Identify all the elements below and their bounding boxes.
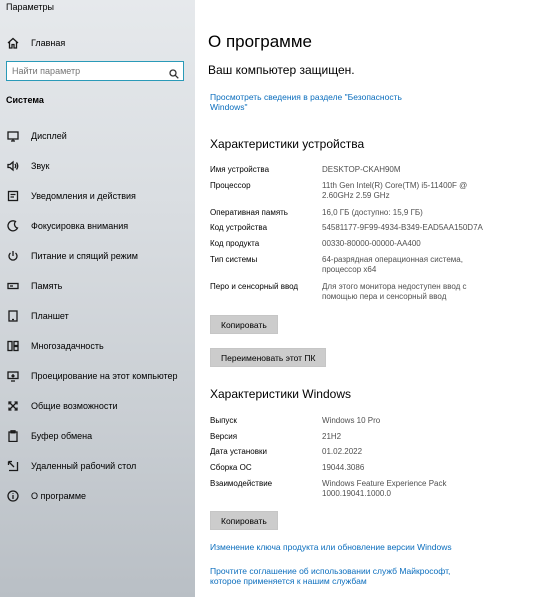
spec-value: 19044.3086 [322,463,365,472]
spec-key: Перо и сенсорный ввод [210,282,299,291]
nav-home-label: Главная [31,38,66,48]
multitasking-icon [6,339,20,353]
sidebar-item-about[interactable]: О программе [0,485,195,507]
search-input[interactable] [7,63,162,79]
spec-value: 16,0 ГБ (доступно: 15,9 ГБ) [322,208,423,217]
power-icon [6,249,20,263]
sidebar-item-label: Планшет [31,311,69,321]
shared-experiences-icon [6,399,20,413]
protection-heading: Ваш компьютер защищен. [208,63,355,77]
spec-value: 64-разрядная операционная система, проце… [322,255,463,274]
spec-value: Windows Feature Experience Pack 1000.190… [322,479,447,498]
sidebar-item-display[interactable]: Дисплей [0,125,195,147]
sidebar-item-label: Звук [31,161,50,171]
spec-key: Тип системы [210,255,258,264]
search-icon[interactable] [169,66,179,79]
sidebar-item-label: Проецирование на этот компьютер [31,371,178,381]
sidebar-item-notifications[interactable]: Уведомления и действия [0,185,195,207]
section-label-system: Система [6,95,44,105]
sidebar-item-sound[interactable]: Звук [0,155,195,177]
sidebar-item-clipboard[interactable]: Буфер обмена [0,425,195,447]
sidebar-item-remote-desktop[interactable]: Удаленный рабочий стол [0,455,195,477]
sidebar-item-label: Уведомления и действия [31,191,136,201]
display-icon [6,129,20,143]
sidebar-item-shared-experiences[interactable]: Общие возможности [0,395,195,417]
main-content: О программе Ваш компьютер защищен. Просм… [195,0,547,597]
spec-key: Имя устройства [210,165,270,174]
clipboard-icon [6,429,20,443]
tablet-icon [6,309,20,323]
notifications-icon [6,189,20,203]
sidebar-item-projecting[interactable]: Проецирование на этот компьютер [0,365,195,387]
spec-value: 11th Gen Intel(R) Core(TM) i5-11400F @ 2… [322,181,468,200]
spec-key: Процессор [210,181,251,190]
window-title: Параметры [6,2,54,12]
sidebar-item-label: Многозадачность [31,341,104,351]
spec-value: 01.02.2022 [322,447,363,456]
speaker-icon [6,159,20,173]
sidebar-item-multitasking[interactable]: Многозадачность [0,335,195,357]
security-details-link[interactable]: Просмотреть сведения в разделе "Безопасн… [210,92,430,112]
sidebar-item-label: Буфер обмена [31,431,93,441]
storage-icon [6,279,20,293]
sidebar-item-label: Фокусировка внимания [31,221,129,231]
info-icon [6,489,20,503]
spec-key: Выпуск [210,416,237,425]
remote-desktop-icon [6,459,20,473]
page-title: О программе [208,32,313,51]
windows-specs-heading: Характеристики Windows [210,387,351,401]
sidebar-item-label: Общие возможности [31,401,118,411]
sidebar-item-label: Питание и спящий режим [31,251,138,261]
sidebar-item-storage[interactable]: Память [0,275,195,297]
spec-key: Взаимодействие [210,479,273,488]
change-product-key-link[interactable]: Изменение ключа продукта или обновление … [210,542,452,552]
sidebar-item-focus-assist[interactable]: Фокусировка внимания [0,215,195,237]
projecting-icon [6,369,20,383]
sidebar-item-label: Удаленный рабочий стол [31,461,137,471]
services-agreement-link[interactable]: Прочтите соглашение об использовании слу… [210,566,470,586]
spec-value: DESKTOP-CKAH90M [322,165,401,174]
search-box[interactable] [6,61,184,81]
copy-device-specs-button[interactable]: Копировать [210,315,278,334]
sidebar-item-power[interactable]: Питание и спящий режим [0,245,195,267]
spec-key: Дата установки [210,447,267,456]
spec-key: Код устройства [210,223,268,232]
spec-value: 21H2 [322,432,342,441]
sidebar-item-label: Дисплей [31,131,67,141]
spec-value: Для этого монитора недоступен ввод с пом… [322,282,467,301]
spec-value: 54581177-9F99-4934-B349-EAD5AA150D7A [322,223,483,232]
nav-home[interactable]: Главная [0,32,195,54]
rename-pc-button[interactable]: Переименовать этот ПК [210,348,327,367]
spec-value: 00330-80000-00000-AA400 [322,239,421,248]
spec-key: Версия [210,432,238,441]
home-icon [6,36,20,50]
sidebar-item-tablet[interactable]: Планшет [0,305,195,327]
copy-windows-specs-button[interactable]: Копировать [210,511,278,530]
focus-assist-icon [6,219,20,233]
sidebar: Параметры Главная Система Дисплей Звук У… [0,0,195,597]
spec-key: Оперативная память [210,208,288,217]
spec-key: Код продукта [210,239,260,248]
sidebar-item-label: О программе [31,491,87,501]
device-specs-heading: Характеристики устройства [210,137,365,151]
sidebar-item-label: Память [31,281,63,291]
spec-value: Windows 10 Pro [322,416,381,425]
spec-key: Сборка ОС [210,463,252,472]
